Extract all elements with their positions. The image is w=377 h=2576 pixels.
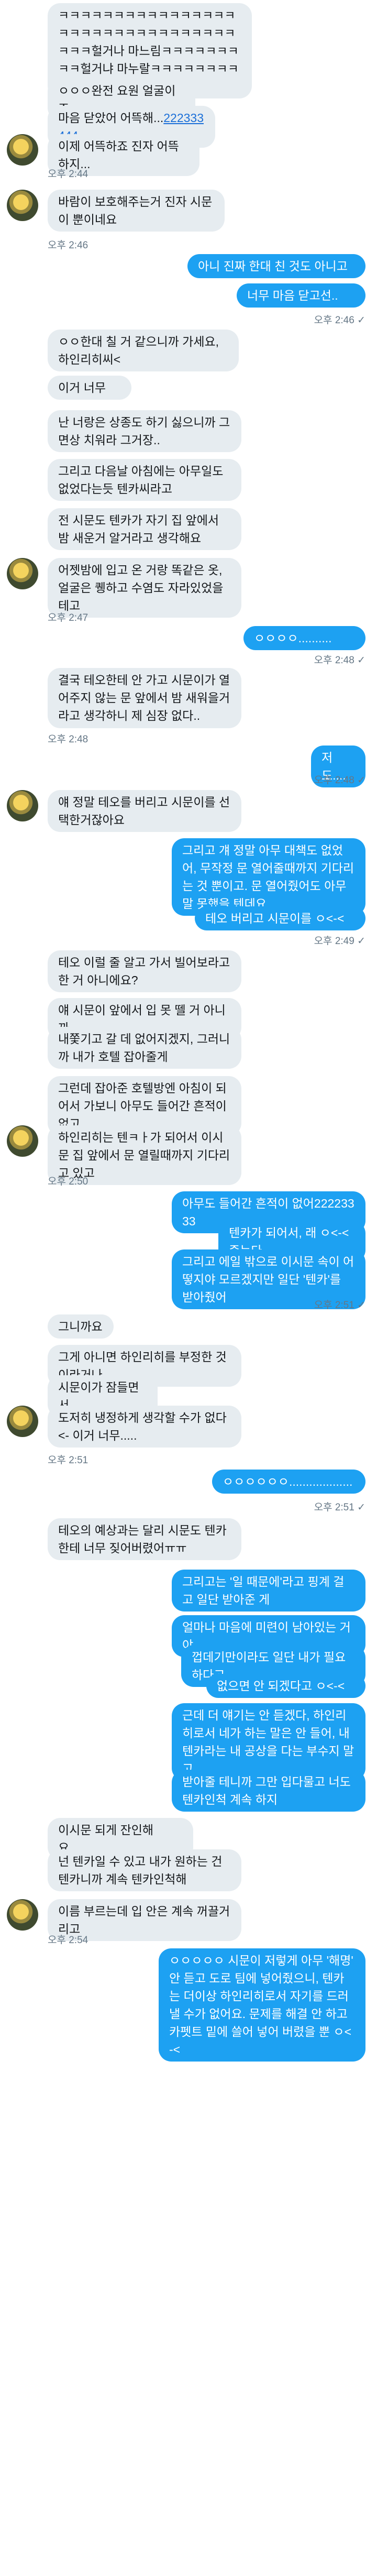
- message-timestamp: 오후 2:50: [48, 1176, 88, 1187]
- message-timestamp: 오후 2:44: [48, 169, 88, 180]
- sent-message-bubble[interactable]: 없으면 안 되겠다고 ㅇ<-<: [206, 1674, 365, 1698]
- avatar[interactable]: [7, 134, 38, 166]
- received-message-bubble[interactable]: 넌 텐카일 수 있고 내가 원하는 건 텐카니까 계속 텐카인척해: [48, 1849, 241, 1891]
- message-text: ㅇㅇㅇㅇ..........: [254, 631, 332, 645]
- message-timestamp: 오후 2:48: [48, 734, 88, 745]
- message-timestamp: 오후 2:47: [48, 612, 88, 623]
- message-text: ㅇㅇ한대 칠 거 같으니까 가세요, 하인리히씨<: [58, 335, 223, 366]
- message-text: ㅇㅇㅇㅇㅇㅇ...................: [223, 1475, 353, 1488]
- message-text: 그런데 잡아준 호텔방엔 아침이 되어서 가보니 아무도 들어간 흔적이 없고: [58, 1081, 230, 1131]
- received-message-bubble[interactable]: 도저히 냉정하게 생각할 수가 없다<- 이거 너무.....: [48, 1406, 241, 1448]
- received-message-bubble[interactable]: 바람이 보호해주는거 진자 시문이 뿐이네요: [48, 190, 225, 232]
- sent-message-bubble[interactable]: ㅇㅇㅇㅇㅇ 시문이 저렇게 아무 '해명' 안 듣고 도로 팀에 넣어줬으니, …: [159, 1948, 365, 2062]
- message-text: 난 너랑은 상종도 하기 싫으니까 그 면상 치워라 그거장..: [58, 415, 234, 447]
- message-text: 너무 마음 닫고선..: [247, 289, 338, 302]
- sent-message-bubble[interactable]: ㅇㅇㅇㅇ..........: [243, 626, 365, 650]
- received-message-bubble[interactable]: 결국 테오한테 안 가고 시문이가 열어주지 않는 문 앞에서 밤 새워을거라고…: [48, 668, 241, 728]
- received-message-bubble[interactable]: 난 너랑은 상종도 하기 싫으니까 그 면상 치워라 그거장..: [48, 410, 241, 452]
- message-text: 바람이 보호해주는거 진자 시문이 뿐이네요: [58, 195, 213, 226]
- sent-message-bubble[interactable]: 그리고는 '일 때문에'라고 핑계 걸고 일단 받아준 게: [172, 1570, 365, 1612]
- message-text: 그리고 걔 정말 아무 대책도 없었어, 무작정 문 열어줄때까지 기다리는 것…: [182, 843, 354, 911]
- sent-message-bubble[interactable]: 근데 더 얘기는 안 듣겠다, 하인리히로서 네가 하는 말은 안 들어, 내 …: [172, 1703, 365, 1781]
- received-message-bubble[interactable]: 내쫓기고 갈 데 없어지겠지, 그러니까 내가 호텔 잡아줄게: [48, 1027, 241, 1069]
- message-text: 그리고 다음날 아침에는 아무일도 없었다는듯 텐카씨라고: [58, 464, 227, 496]
- message-text: 하인리히는 텐ㅋㅏ가 되어서 이시문 집 앞에서 문 열릴때까지 기다리고 있고: [58, 1131, 230, 1180]
- message-text: 받아줄 테니까 그만 입다물고 너도 텐카인척 계속 하지: [182, 1775, 354, 1806]
- received-message-bubble[interactable]: 테오 이럴 줄 알고 가서 빌어보라고 한 거 아니에요?: [48, 950, 241, 992]
- avatar[interactable]: [7, 558, 38, 589]
- message-text: 얘 정말 테오를 버리고 시문이를 선택한거잖아요: [58, 795, 230, 827]
- received-message-bubble[interactable]: 테오의 예상과는 달리 시문도 텐카한테 너무 짖어버렸어ㅠㅠ: [48, 1518, 241, 1560]
- message-text: 그리고 에일 밖으로 이시문 속이 어떻지야 모르겠지만 일단 '텐카'를 받아…: [182, 1255, 354, 1304]
- message-text: 아니 진짜 한대 친 것도 아니고: [198, 259, 348, 273]
- message-text: 없으면 안 되겠다고 ㅇ<-<: [217, 1679, 345, 1693]
- message-text: 근데 더 얘기는 안 듣겠다, 하인리히로서 네가 하는 말은 안 들어, 내 …: [182, 1708, 354, 1775]
- message-timestamp: 오후 2:51 ✓: [314, 1300, 365, 1311]
- sent-message-bubble[interactable]: 받아줄 테니까 그만 입다물고 너도 텐카인척 계속 하지: [172, 1770, 365, 1812]
- message-text: 전 시문도 텐카가 자기 집 앞에서 밤 새운거 알거라고 생각해요: [58, 513, 223, 545]
- received-message-bubble[interactable]: 얘 정말 테오를 버리고 시문이를 선택한거잖아요: [48, 790, 241, 832]
- avatar[interactable]: [7, 190, 38, 221]
- sent-message-bubble[interactable]: 테오 버리고 시문이를 ㅇ<-<: [195, 906, 365, 930]
- avatar[interactable]: [7, 1406, 38, 1437]
- message-text: 결국 테오한테 안 가고 시문이가 열어주지 않는 문 앞에서 밤 새워을거라고…: [58, 673, 230, 722]
- message-text: 어젯밤에 입고 온 거랑 똑같은 옷, 얼굴은 퀭하고 수염도 자라있었을테고: [58, 563, 226, 612]
- message-text: 테오 이럴 줄 알고 가서 빌어보라고 한 거 아니에요?: [58, 956, 234, 987]
- message-timestamp: 오후 2:49 ✓: [314, 936, 365, 947]
- sent-message-bubble[interactable]: 아니 진짜 한대 친 것도 아니고: [187, 254, 365, 278]
- message-text: 그니까요: [58, 1320, 103, 1333]
- message-text: 넌 텐카일 수 있고 내가 원하는 건 텐카니까 계속 텐카인척해: [58, 1855, 226, 1886]
- received-message-bubble[interactable]: 그리고 다음날 아침에는 아무일도 없었다는듯 텐카씨라고: [48, 459, 241, 501]
- avatar[interactable]: [7, 790, 38, 821]
- message-text: 마음 닫았어 어뜩해...: [58, 111, 164, 125]
- message-timestamp: 오후 2:48 ✓: [314, 775, 365, 786]
- message-timestamp: 오후 2:54: [48, 1935, 88, 1946]
- message-text: 이거 너무: [58, 381, 106, 394]
- avatar[interactable]: [7, 1899, 38, 1931]
- received-message-bubble[interactable]: 전 시문도 텐카가 자기 집 앞에서 밤 새운거 알거라고 생각해요: [48, 508, 241, 550]
- message-text: 내쫓기고 갈 데 없어지겠지, 그러니까 내가 호텔 잡아줄게: [58, 1032, 230, 1064]
- message-text: 테오 버리고 시문이를 ㅇ<-<: [205, 912, 345, 925]
- message-text: 도저히 냉정하게 생각할 수가 없다<- 이거 너무.....: [58, 1411, 227, 1442]
- sent-message-bubble[interactable]: 너무 마음 닫고선..: [237, 283, 365, 308]
- sent-message-bubble[interactable]: 그리고 걔 정말 아무 대책도 없었어, 무작정 문 열어줄때까지 기다리는 것…: [172, 838, 365, 916]
- message-timestamp: 오후 2:48 ✓: [314, 655, 365, 666]
- message-text: 이름 부르는데 입 안은 계속 꺼끌거리고: [58, 1904, 230, 1936]
- message-timestamp: 오후 2:51: [48, 1455, 88, 1466]
- message-text: 그리고는 '일 때문에'라고 핑계 걸고 일단 받아준 게: [182, 1575, 345, 1606]
- received-message-bubble[interactable]: 어젯밤에 입고 온 거랑 똑같은 옷, 얼굴은 퀭하고 수염도 자라있었을테고: [48, 558, 241, 618]
- message-timestamp: 오후 2:51 ✓: [314, 1502, 365, 1513]
- message-text: 테오의 예상과는 달리 시문도 텐카한테 너무 짖어버렸어ㅠㅠ: [58, 1523, 227, 1555]
- message-text: ㅇㅇㅇㅇㅇ 시문이 저렇게 아무 '해명' 안 듣고 도로 팀에 넣어줬으니, …: [169, 1954, 357, 2056]
- received-message-bubble[interactable]: 그니까요: [48, 1314, 114, 1339]
- received-message-bubble[interactable]: 이거 너무: [48, 376, 131, 400]
- message-timestamp: 오후 2:46 ✓: [314, 315, 365, 326]
- message-timestamp: 오후 2:46: [48, 240, 88, 251]
- sent-message-bubble[interactable]: ㅇㅇㅇㅇㅇㅇ...................: [212, 1470, 365, 1494]
- avatar[interactable]: [7, 1125, 38, 1157]
- received-message-bubble[interactable]: ㅇㅇ한대 칠 거 같으니까 가세요, 하인리히씨<: [48, 330, 239, 371]
- chat-conversation: ㅋㅋㅋㅋㅋㅋㅋㅋㅋㅋㅋㅋㅋㅋㅋㅋㅋㅋㅋㅋㅋㅋㅋㅋㅋㅋㅋㅋㅋㅋㅋㅋㅋㅋㅋ헐거나 마…: [0, 0, 377, 2576]
